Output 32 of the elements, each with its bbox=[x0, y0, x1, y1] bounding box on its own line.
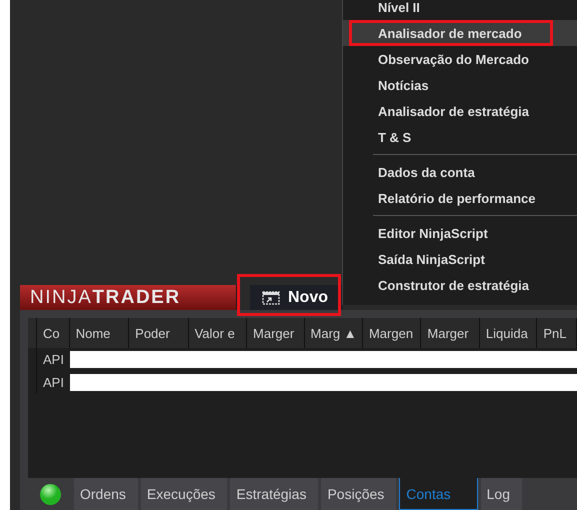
column-header[interactable]: Nome bbox=[70, 318, 130, 348]
table-cell-text: API bbox=[42, 352, 65, 367]
column-header[interactable]: Liquida bbox=[480, 318, 538, 348]
menu-item[interactable]: Saída NinjaScript bbox=[343, 246, 577, 272]
table-cell-text: API bbox=[42, 375, 65, 390]
tab[interactable]: Log bbox=[480, 478, 522, 510]
menu-item[interactable]: Analisador de estratégia bbox=[343, 98, 577, 124]
column-header[interactable]: PnL bbox=[537, 318, 577, 348]
menu-item[interactable]: T & S bbox=[343, 124, 577, 150]
window-icon bbox=[262, 290, 280, 304]
menu-item[interactable]: Analisador de mercado bbox=[343, 20, 577, 46]
column-header[interactable]: Marg ▲ bbox=[304, 318, 363, 348]
tab[interactable]: Posições bbox=[321, 478, 396, 510]
tab[interactable]: Contas bbox=[399, 478, 478, 510]
menu-item[interactable]: Nível II bbox=[343, 0, 577, 20]
column-header[interactable]: Margen bbox=[362, 318, 422, 348]
tab[interactable]: Ordens bbox=[74, 478, 138, 510]
new-tab[interactable]: Novo bbox=[250, 285, 343, 310]
menu-item[interactable]: Dados da conta bbox=[343, 159, 577, 185]
menu-item[interactable]: Construtor de estratégia bbox=[343, 272, 577, 298]
logo: NINJATRADER bbox=[20, 285, 238, 310]
column-header[interactable]: Valor e bbox=[188, 318, 248, 348]
menu-item[interactable]: Observação do Mercado bbox=[343, 46, 577, 72]
column-header[interactable]: Marger bbox=[247, 318, 305, 348]
menu-item[interactable]: Editor NinjaScript bbox=[343, 220, 577, 246]
column-header[interactable]: Poder bbox=[129, 318, 189, 348]
tab[interactable]: Estratégias bbox=[230, 478, 318, 510]
menu-item[interactable]: Relatório de performance bbox=[343, 185, 577, 211]
tab[interactable]: Execuções bbox=[140, 478, 228, 510]
column-header[interactable]: Marger bbox=[421, 318, 480, 348]
menu-item[interactable]: Notícias bbox=[343, 72, 577, 98]
column-header[interactable]: Co bbox=[36, 318, 70, 348]
